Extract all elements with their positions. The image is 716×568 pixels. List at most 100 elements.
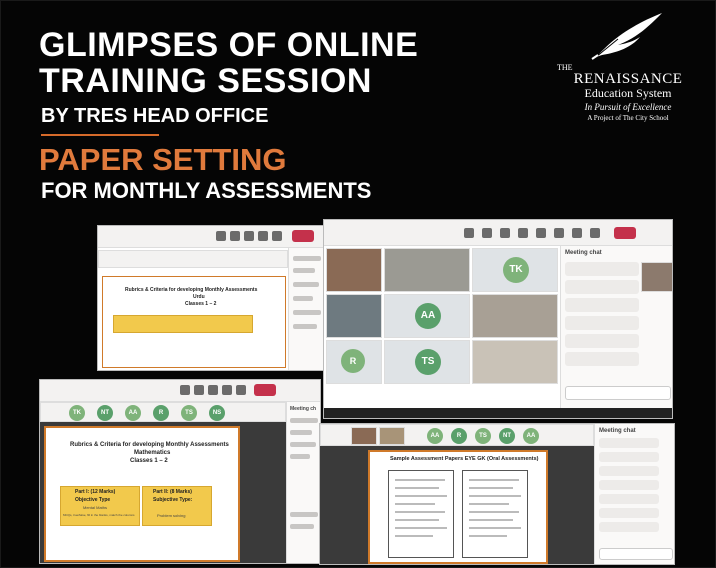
slide-subtitle: Urdu — [193, 294, 205, 300]
slide-classes: Classes 1 – 2 — [130, 458, 168, 464]
avatar: TS — [415, 349, 441, 375]
slide-subject: Mathematics — [134, 450, 171, 456]
doc-line — [395, 487, 439, 489]
doc-line — [395, 511, 445, 513]
avatar: NS — [209, 405, 225, 421]
people-icon[interactable] — [482, 228, 492, 238]
avatar: TS — [181, 405, 197, 421]
video-tile — [326, 294, 382, 338]
slide-title: Sample Assessment Papers EYE GK (Oral As… — [390, 456, 539, 462]
doc-line — [395, 535, 433, 537]
participant-strip — [98, 250, 288, 268]
chat-message — [565, 334, 639, 348]
avatar: AA — [523, 428, 539, 444]
video-tile — [384, 248, 470, 292]
part1-box: Part I: (12 Marks) Objective Type Mental… — [60, 486, 140, 526]
sample-paper-doc — [388, 470, 454, 558]
chat-message — [599, 452, 659, 462]
mic-icon[interactable] — [572, 228, 582, 238]
chat-icon[interactable] — [216, 231, 226, 241]
people-icon[interactable] — [230, 231, 240, 241]
avatar: AA — [125, 405, 141, 421]
headline-line2: TRAINING SESSION — [39, 62, 372, 100]
headline-byline: BY TRES HEAD OFFICE — [41, 105, 269, 127]
mic-icon[interactable] — [272, 231, 282, 241]
camera-icon[interactable] — [258, 231, 268, 241]
chat-input[interactable] — [565, 386, 671, 400]
doc-line — [395, 479, 445, 481]
screenshot-urdu-rubric: Rubrics & Criteria for developing Monthl… — [97, 225, 325, 371]
chat-message — [290, 454, 310, 459]
doc-line — [395, 527, 447, 529]
shared-slide: Rubrics & Criteria for developing Monthl… — [44, 426, 240, 562]
avatar: R — [153, 405, 169, 421]
doc-line — [395, 519, 439, 521]
doc-line — [469, 511, 519, 513]
camera-icon[interactable] — [554, 228, 564, 238]
poster: GLIMPSES OF ONLINE TRAINING SESSION BY T… — [0, 0, 716, 568]
chat-message — [565, 316, 639, 330]
logo-tagline: In Pursuit of Excellence — [584, 102, 672, 112]
video-tile: R — [326, 340, 382, 384]
doc-line — [395, 495, 447, 497]
logo-name: RENAISSANCE — [573, 71, 683, 87]
leave-button[interactable] — [292, 230, 314, 242]
chat-title: Meeting chat — [599, 428, 636, 434]
chat-message — [565, 262, 639, 276]
chat-message — [599, 522, 659, 532]
part1-desc: MCQs, true/false, fill in the blanks, ma… — [63, 513, 135, 517]
participant-strip: AA R TS NT AA — [320, 424, 594, 446]
chat-pane: Meeting chat — [560, 246, 672, 408]
doc-line — [395, 503, 435, 505]
raise-hand-icon[interactable] — [208, 385, 218, 395]
video-tile — [472, 340, 558, 384]
doc-line — [469, 519, 513, 521]
part1-title: Part I: (12 Marks) — [75, 489, 116, 495]
chat-message — [293, 296, 313, 301]
avatar: R — [451, 428, 467, 444]
screenshot-gallery-view: TK AA R TS Meeting chat — [323, 219, 673, 419]
part1-sub: Mental Maths — [83, 505, 108, 510]
share-icon[interactable] — [590, 228, 600, 238]
raise-hand-icon[interactable] — [500, 228, 510, 238]
react-icon[interactable] — [518, 228, 528, 238]
avatar: AA — [427, 428, 443, 444]
chat-message — [599, 466, 659, 476]
logo-system: Education System — [584, 86, 672, 100]
self-view — [641, 262, 672, 292]
mic-icon[interactable] — [236, 385, 246, 395]
screenshot-math-rubric: TK NT AA R TS NS Rubrics & Criteria for … — [39, 379, 321, 564]
video-tile — [472, 294, 558, 338]
slide-title: Rubrics & Criteria for developing Monthl… — [125, 287, 258, 293]
screenshot-sample-papers: AA R TS NT AA Sample Assessment Papers E… — [319, 423, 675, 565]
slide-title: Rubrics & Criteria for developing Monthl… — [70, 442, 229, 448]
chat-input[interactable] — [599, 548, 673, 560]
view-icon[interactable] — [536, 228, 546, 238]
avatar: R — [341, 349, 365, 373]
chat-icon[interactable] — [180, 385, 190, 395]
chat-message — [599, 438, 659, 448]
chat-message — [599, 494, 659, 504]
video-tile: TK — [472, 248, 558, 292]
doc-line — [469, 487, 513, 489]
orange-divider — [41, 134, 159, 136]
chat-message — [599, 480, 659, 490]
quill-icon — [591, 13, 662, 60]
doc-line — [469, 535, 507, 537]
chat-icon[interactable] — [464, 228, 474, 238]
camera-icon[interactable] — [222, 385, 232, 395]
headline-topic: PAPER SETTING — [39, 142, 287, 177]
part1-type: Objective Type — [75, 497, 111, 503]
chat-title: Meeting chat — [565, 250, 602, 256]
chat-title: Meeting ch — [290, 406, 317, 412]
chat-message — [293, 324, 317, 329]
raise-hand-icon[interactable] — [244, 231, 254, 241]
leave-button[interactable] — [254, 384, 276, 396]
people-icon[interactable] — [194, 385, 204, 395]
chat-message — [293, 310, 321, 315]
avatar: AA — [415, 303, 441, 329]
leave-button[interactable] — [614, 227, 636, 239]
chat-message — [293, 256, 321, 261]
doc-line — [469, 527, 521, 529]
chat-pane — [288, 248, 324, 370]
